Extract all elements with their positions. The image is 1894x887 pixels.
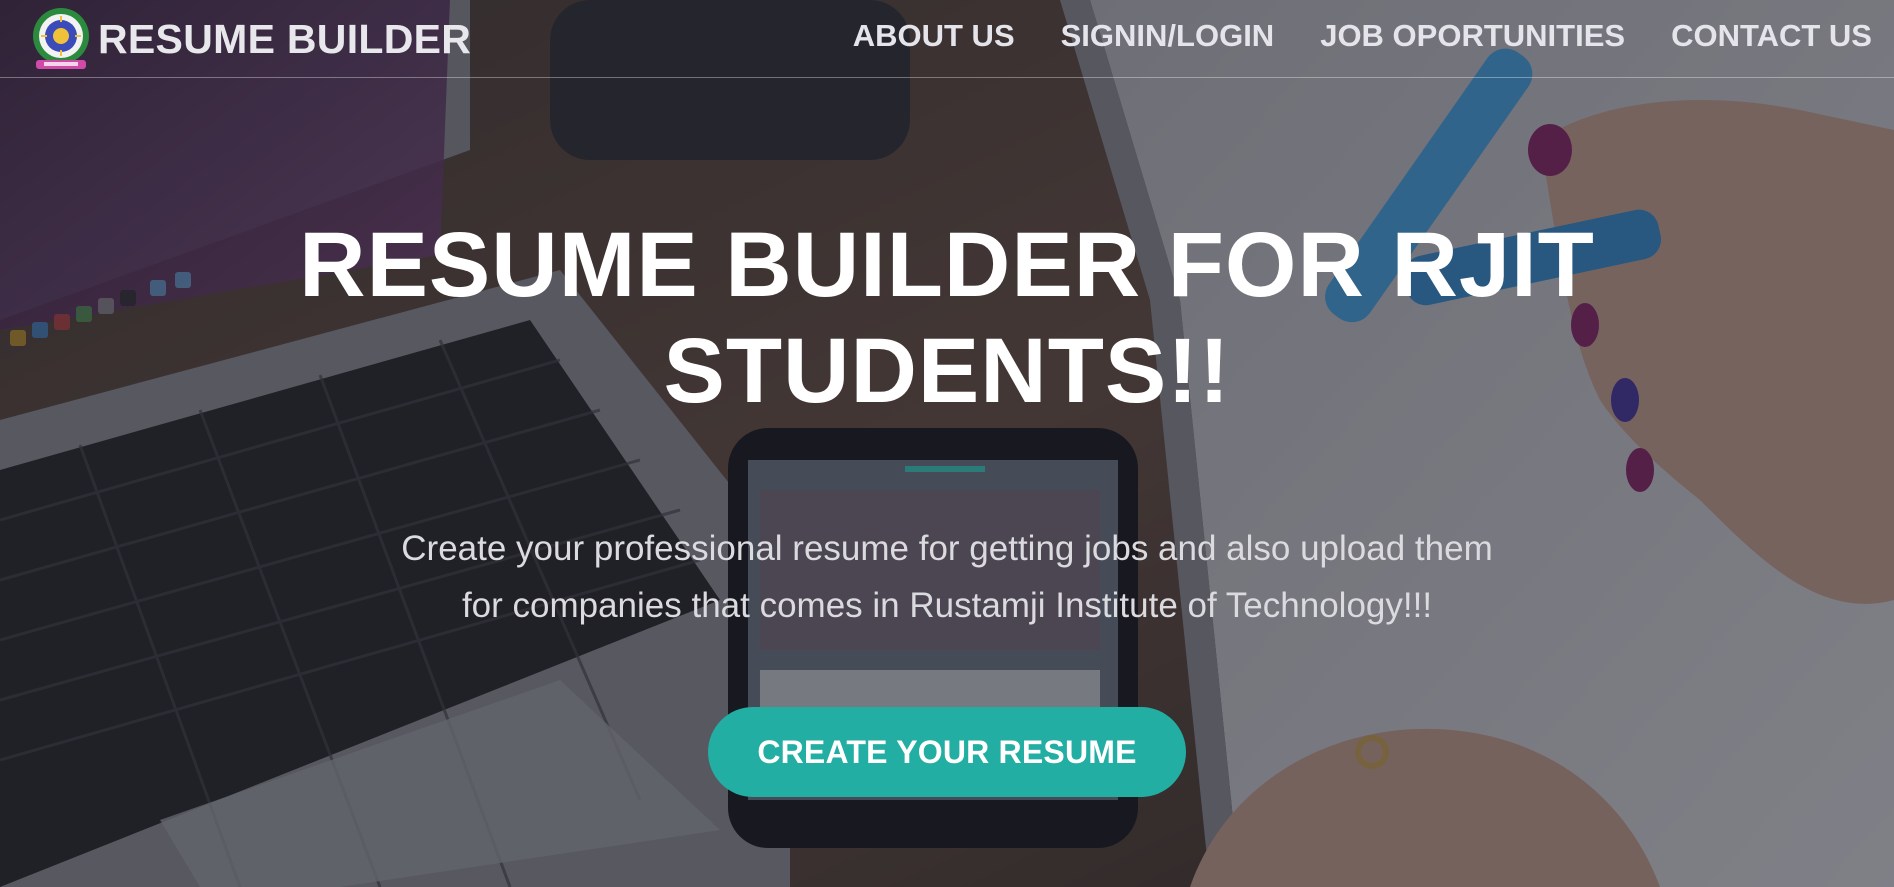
hero-title: RESUME BUILDER FOR RJIT STUDENTS!! [0, 212, 1894, 424]
hero-subtitle-line-1: Create your professional resume for gett… [401, 529, 1493, 568]
hero-title-line-2: STUDENTS!! [663, 320, 1231, 422]
create-resume-button[interactable]: CREATE YOUR RESUME [708, 707, 1186, 797]
hero-title-line-1: RESUME BUILDER FOR RJIT [299, 214, 1595, 316]
hero-section: RESUME BUILDER FOR RJIT STUDENTS!! Creat… [0, 0, 1894, 887]
landing-page: RESUME BUILDER ABOUT US SIGNIN/LOGIN JOB… [0, 0, 1894, 887]
hero-subtitle-line-2: for companies that comes in Rustamji Ins… [461, 586, 1433, 625]
hero-subtitle: Create your professional resume for gett… [347, 520, 1547, 634]
